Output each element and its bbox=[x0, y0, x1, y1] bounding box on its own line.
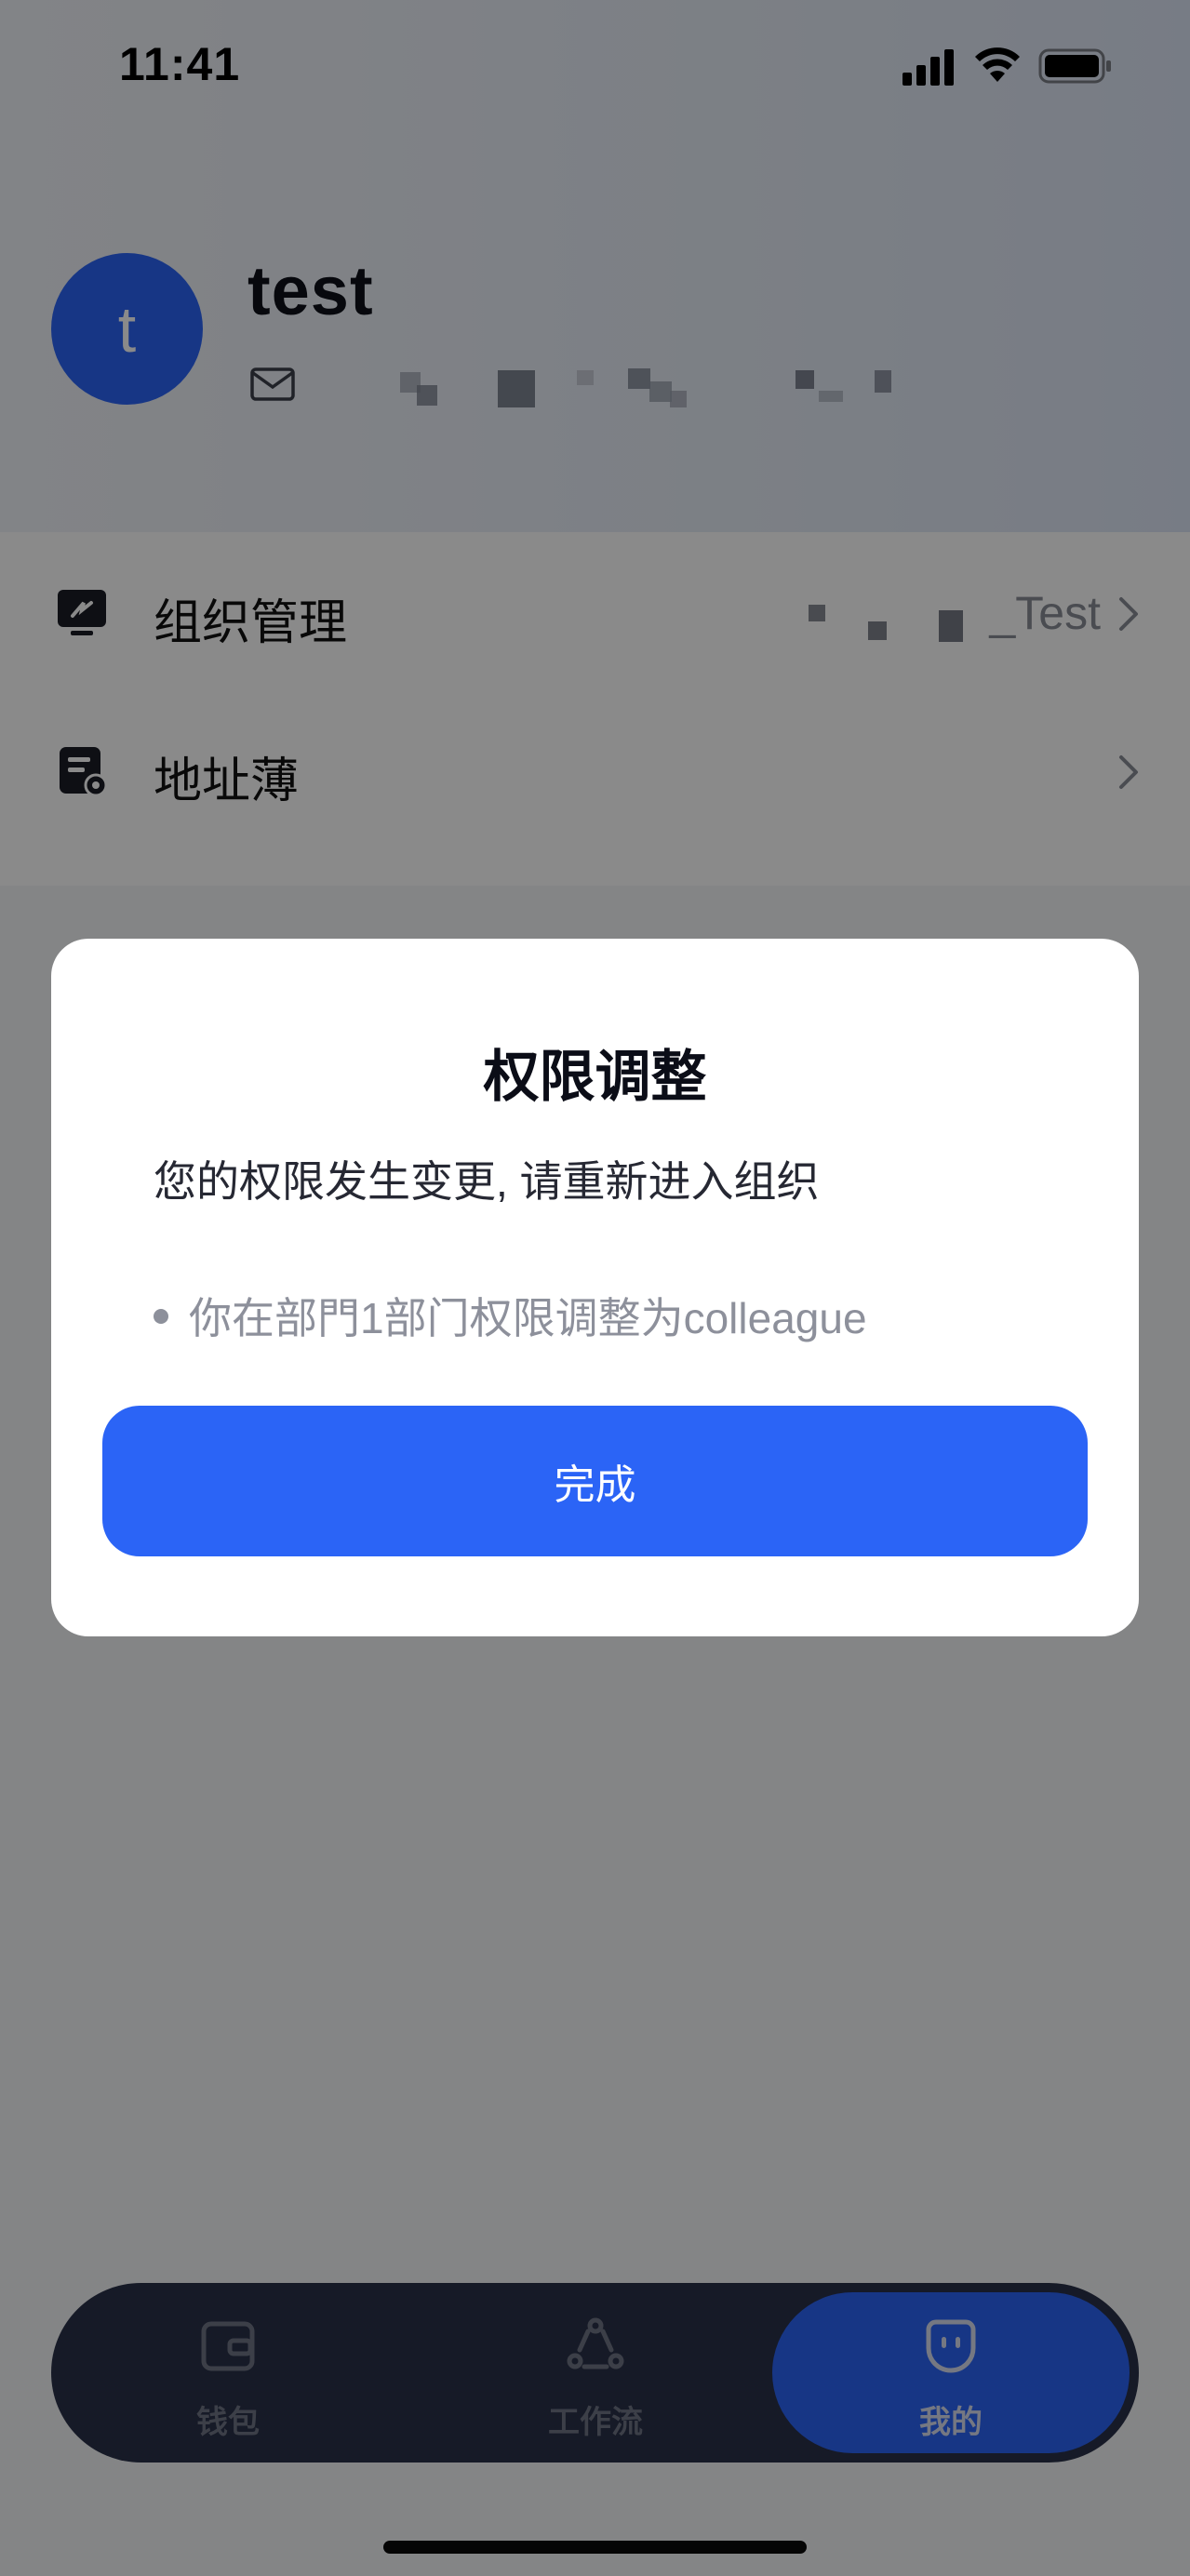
screen: 11:41 t test 组织管理 _Test 地址薄 钱包 工作流 我的 权限… bbox=[0, 0, 1190, 2576]
permission-dialog: 权限调整 您的权限发生变更, 请重新进入组织 你在部門1部门权限调整为colle… bbox=[51, 939, 1139, 1636]
bullet-dot-icon bbox=[154, 1308, 168, 1324]
done-button[interactable]: 完成 bbox=[102, 1406, 1088, 1556]
dialog-title: 权限调整 bbox=[483, 1046, 707, 1108]
dialog-message: 您的权限发生变更, 请重新进入组织 bbox=[154, 1157, 820, 1206]
dialog-bullet-item: 你在部門1部门权限调整为colleague bbox=[154, 1285, 867, 1346]
dialog-bullet-text: 你在部門1部门权限调整为colleague bbox=[189, 1294, 867, 1342]
